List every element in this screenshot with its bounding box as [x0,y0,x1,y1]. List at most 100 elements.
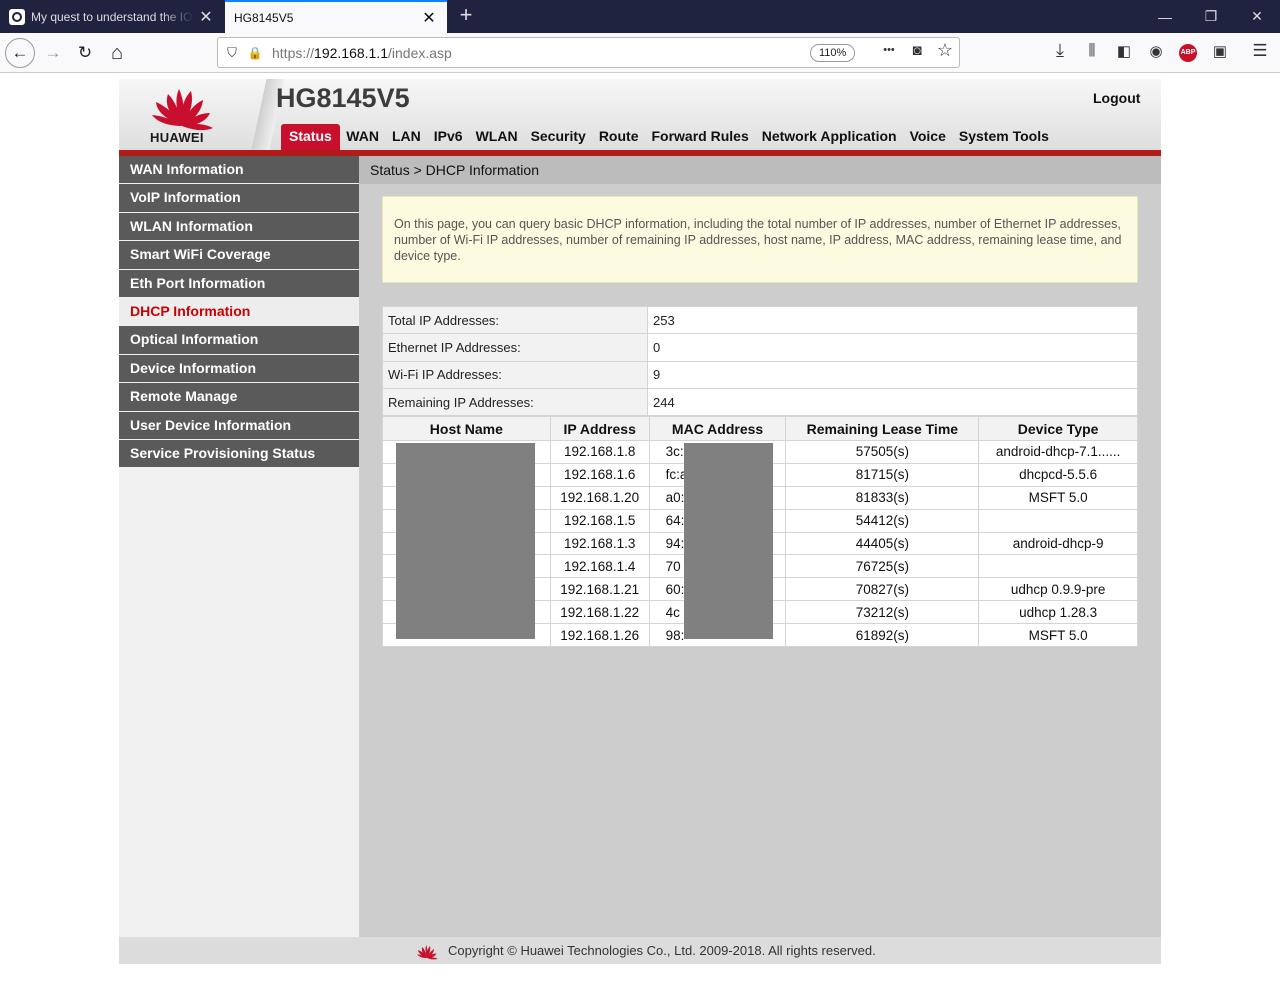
redacted-host-names [396,443,535,639]
lease-time-cell: 54412(s) [785,508,980,533]
ip-address-cell: 192.168.1.20 [549,485,650,510]
lease-time-cell: 76725(s) [785,554,980,579]
home-icon[interactable]: ⌂ [102,38,132,68]
sidebar-icon[interactable]: ◧ [1113,42,1135,64]
menu-item-wan[interactable]: WAN [340,124,386,150]
tracking-shield-icon[interactable]: ⛉ [218,45,246,61]
page-footer: Copyright © Huawei Technologies Co., Ltd… [119,937,1161,964]
summary-table: Total IP Addresses: 253 Ethernet IP Addres… [382,305,1138,417]
menu-icon[interactable]: ☰ [1249,41,1271,63]
sidebar-item-eth-port-information[interactable]: Eth Port Information [119,269,359,298]
lease-time-cell: 70827(s) [785,577,980,602]
site-favicon-icon [9,8,25,25]
window-close-icon[interactable]: ✕ [1234,0,1280,33]
bookmark-star-icon[interactable]: ☆ [934,40,956,62]
column-header: Host Name [382,416,551,441]
logout-link[interactable]: Logout [1093,90,1140,106]
back-icon[interactable]: ← [5,38,35,68]
sidebar-item-smart-wifi-coverage[interactable]: Smart WiFi Coverage [119,241,359,270]
minimize-icon[interactable]: — [1142,0,1188,33]
library-icon[interactable]: ⫼ [1081,42,1103,64]
adblock-icon[interactable]: ABP [1179,44,1197,62]
browser-tab-bar: My quest to understand the IOT ✕ HG8145V… [0,0,1280,33]
device-type-cell: udhcp 0.9.9-pre [978,577,1138,602]
summary-label: Wi-Fi IP Addresses: [382,360,648,389]
url-bar[interactable]: ⛉ 🔒 https://192.168.1.1/index.asp 110% •… [217,37,960,68]
tab-title: My quest to understand the IOT [31,9,194,24]
lease-time-cell: 81833(s) [785,485,980,510]
column-header: Remaining Lease Time [785,416,980,441]
menu-item-system-tools[interactable]: System Tools [952,124,1055,150]
sidebar-item-optical-information[interactable]: Optical Information [119,326,359,355]
screenshot-icon[interactable]: ▣ [1209,42,1231,64]
forward-icon[interactable]: → [38,38,68,68]
restore-icon[interactable]: ❐ [1188,0,1234,33]
summary-value: 0 [647,333,1138,362]
ip-address-cell: 192.168.1.3 [549,531,650,556]
menu-item-forward-rules[interactable]: Forward Rules [645,124,755,150]
ip-address-cell: 192.168.1.8 [549,440,650,464]
menu-item-route[interactable]: Route [592,124,645,150]
menu-item-ipv6[interactable]: IPv6 [427,124,469,150]
sidebar-item-dhcp-information[interactable]: DHCP Information [119,297,359,327]
lease-time-cell: 57505(s) [785,440,980,464]
summary-row: Remaining IP Addresses: 244 [382,387,1138,417]
menu-item-security[interactable]: Security [524,124,592,150]
column-header: IP Address [549,416,650,441]
account-icon[interactable]: ◉ [1145,42,1167,64]
download-icon[interactable]: ⤓ [1049,40,1071,62]
menu-item-lan[interactable]: LAN [385,124,427,150]
sidebar: WAN Information VoIP Information WLAN Info… [119,156,359,937]
page-header: HUAWEI HG8145V5 Logout Status WAN LAN IPv6 W… [119,79,1161,150]
browser-tab[interactable]: My quest to understand the IOT ✕ [0,0,224,33]
column-header: Device Type [978,416,1138,441]
device-type-cell: MSFT 5.0 [978,623,1138,648]
close-tab-icon[interactable]: ✕ [417,8,441,28]
summary-label: Ethernet IP Addresses: [382,333,648,362]
breadcrumb: Status > DHCP Information [359,156,1161,184]
sidebar-item-device-information[interactable]: Device Information [119,354,359,384]
browser-tab-active[interactable]: HG8145V5 ✕ [225,0,447,33]
new-tab-icon[interactable]: + [454,4,478,28]
summary-row: Total IP Addresses: 253 [382,305,1138,335]
router-page: HUAWEI HG8145V5 Logout Status WAN LAN IPv6 W… [119,79,1161,964]
brand-name: HUAWEI [150,130,204,145]
copyright-text: Copyright © Huawei Technologies Co., Ltd… [448,943,876,958]
device-model: HG8145V5 [276,83,410,113]
device-type-cell [978,508,1138,533]
menu-item-status[interactable]: Status [281,124,340,150]
menu-item-wlan[interactable]: WLAN [469,124,524,150]
url-text[interactable]: https://192.168.1.1/index.asp [272,45,452,61]
ip-address-cell: 192.168.1.21 [549,577,650,602]
device-type-cell: android-dhcp-9 [978,531,1138,556]
lease-time-cell: 81715(s) [785,462,980,487]
zoom-level[interactable]: 110% [810,44,856,62]
pocket-icon[interactable]: ◙ [906,42,928,64]
device-type-cell [978,554,1138,579]
summary-label: Remaining IP Addresses: [382,387,648,417]
table-header-row: Host Name IP Address MAC Address Remaining … [382,416,1138,441]
sidebar-item-remote-manage[interactable]: Remote Manage [119,383,359,412]
device-type-cell: dhcpcd-5.5.6 [978,462,1138,487]
sidebar-item-wan-information[interactable]: WAN Information [119,156,359,185]
page-actions-icon[interactable]: ••• [878,44,900,66]
lease-time-cell: 73212(s) [785,600,980,625]
lock-icon[interactable]: 🔒 [246,46,264,60]
ip-address-cell: 192.168.1.26 [549,623,650,648]
sidebar-item-service-provisioning-status[interactable]: Service Provisioning Status [119,439,359,469]
sidebar-item-voip-information[interactable]: VoIP Information [119,184,359,213]
menu-item-voice[interactable]: Voice [903,124,952,150]
reload-icon[interactable]: ↻ [70,38,100,68]
summary-value: 253 [647,305,1138,335]
huawei-flower-icon [417,945,438,960]
menu-item-network-application[interactable]: Network Application [755,124,903,150]
device-type-cell: MSFT 5.0 [978,485,1138,510]
ip-address-cell: 192.168.1.6 [549,462,650,487]
close-tab-icon[interactable]: ✕ [194,7,218,27]
lease-time-cell: 61892(s) [785,623,980,648]
sidebar-item-wlan-information[interactable]: WLAN Information [119,212,359,242]
summary-value: 244 [647,387,1138,417]
sidebar-item-user-device-information[interactable]: User Device Information [119,411,359,440]
summary-row: Ethernet IP Addresses: 0 [382,333,1138,362]
ip-address-cell: 192.168.1.5 [549,508,650,533]
